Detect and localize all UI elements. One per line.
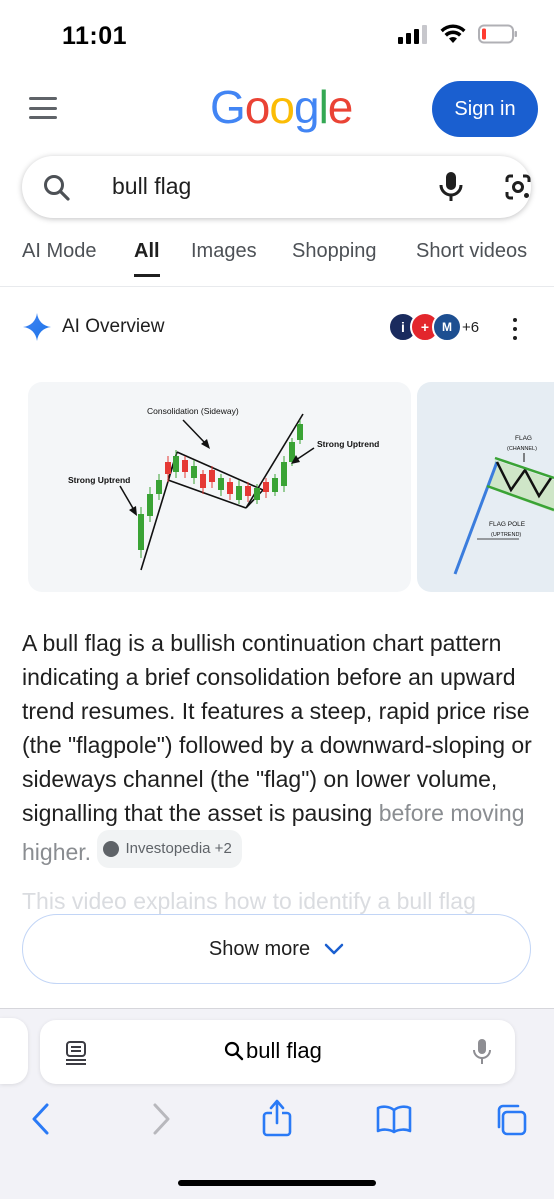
more-options-icon[interactable] bbox=[512, 318, 518, 340]
logo-letter: o bbox=[244, 81, 271, 133]
citation-label: Investopedia +2 bbox=[125, 840, 232, 857]
address-bar-text: bull flag bbox=[246, 1038, 322, 1063]
search-icon bbox=[44, 175, 70, 201]
source-favicons[interactable]: i + M bbox=[388, 312, 462, 342]
previous-tab-peek[interactable] bbox=[0, 1018, 28, 1084]
logo-letter: g bbox=[293, 81, 320, 133]
battery-icon bbox=[478, 24, 517, 44]
ai-overview-text: A bull flag is a bullish continuation ch… bbox=[22, 626, 536, 869]
share-icon[interactable] bbox=[261, 1098, 293, 1138]
source-favicon-icon: M bbox=[432, 312, 462, 342]
bookmarks-icon[interactable] bbox=[376, 1104, 412, 1134]
logo-letter: G bbox=[210, 81, 246, 133]
ai-overview-image-bull-flag[interactable]: Consolidation (Sideway) Strong Uptrend S… bbox=[28, 382, 411, 592]
microphone-icon[interactable] bbox=[472, 1038, 492, 1066]
label-strong-uptrend-left: Strong Uptrend bbox=[68, 475, 130, 485]
investopedia-icon bbox=[103, 841, 120, 857]
back-icon[interactable] bbox=[30, 1102, 52, 1136]
label-strong-uptrend-right: Strong Uptrend bbox=[317, 439, 379, 449]
ai-overview-header: AI Overview i + M +6 bbox=[22, 308, 532, 348]
label-channel: (CHANNEL) bbox=[507, 446, 537, 452]
cellular-signal-icon bbox=[398, 25, 427, 44]
tabs-icon[interactable] bbox=[494, 1103, 528, 1137]
search-tabs: AI Mode All Images Shopping Short videos bbox=[0, 232, 554, 277]
forward-icon[interactable] bbox=[150, 1102, 172, 1136]
status-time: 11:01 bbox=[62, 22, 128, 50]
search-input[interactable]: bull flag bbox=[112, 173, 191, 200]
google-logo[interactable]: Google bbox=[210, 80, 354, 134]
tab-ai-mode[interactable]: AI Mode bbox=[22, 240, 96, 263]
citation-chip[interactable]: Investopedia +2 bbox=[97, 830, 242, 868]
label-flag: FLAG bbox=[515, 435, 532, 442]
logo-letter: e bbox=[327, 81, 354, 133]
divider bbox=[0, 286, 554, 287]
google-lens-icon[interactable] bbox=[503, 172, 533, 202]
ai-overview-paragraph: A bull flag is a bullish continuation ch… bbox=[22, 630, 532, 826]
sign-in-button[interactable]: Sign in bbox=[432, 81, 538, 137]
ai-sparkle-icon bbox=[23, 313, 51, 341]
label-uptrend: (UPTREND) bbox=[491, 532, 521, 538]
address-bar[interactable]: bull flag bbox=[40, 1020, 515, 1084]
show-more-button[interactable]: Show more bbox=[22, 914, 531, 984]
logo-letter: l bbox=[318, 81, 329, 133]
flag-pole-illustration: FLAG (CHANNEL) FLAG POLE (UPTREND) bbox=[453, 435, 554, 575]
label-flag-pole: FLAG POLE bbox=[489, 521, 526, 528]
sources-more-count[interactable]: +6 bbox=[462, 319, 479, 336]
ai-overview-image-flag-pole[interactable]: FLAG (CHANNEL) FLAG POLE (UPTREND) bbox=[417, 382, 554, 592]
menu-icon[interactable] bbox=[29, 97, 57, 119]
tab-short-videos[interactable]: Short videos bbox=[416, 240, 527, 263]
tab-shopping[interactable]: Shopping bbox=[292, 240, 377, 263]
ai-overview-title: AI Overview bbox=[62, 316, 165, 337]
bull-flag-illustration: Consolidation (Sideway) Strong Uptrend S… bbox=[68, 406, 379, 571]
search-box[interactable]: bull flag bbox=[22, 156, 531, 218]
wifi-icon bbox=[440, 24, 466, 43]
status-bar: 11:01 bbox=[0, 0, 554, 70]
candlesticks bbox=[138, 420, 303, 558]
search-icon bbox=[224, 1041, 244, 1061]
logo-letter: o bbox=[269, 81, 295, 133]
reader-page-icon[interactable] bbox=[64, 1040, 88, 1066]
tab-images[interactable]: Images bbox=[191, 240, 257, 263]
home-indicator bbox=[178, 1180, 376, 1186]
microphone-icon[interactable] bbox=[438, 170, 464, 204]
chevron-down-icon bbox=[324, 943, 344, 955]
tab-all[interactable]: All bbox=[134, 240, 160, 277]
label-consolidation: Consolidation (Sideway) bbox=[147, 406, 239, 416]
show-more-label: Show more bbox=[208, 937, 311, 960]
